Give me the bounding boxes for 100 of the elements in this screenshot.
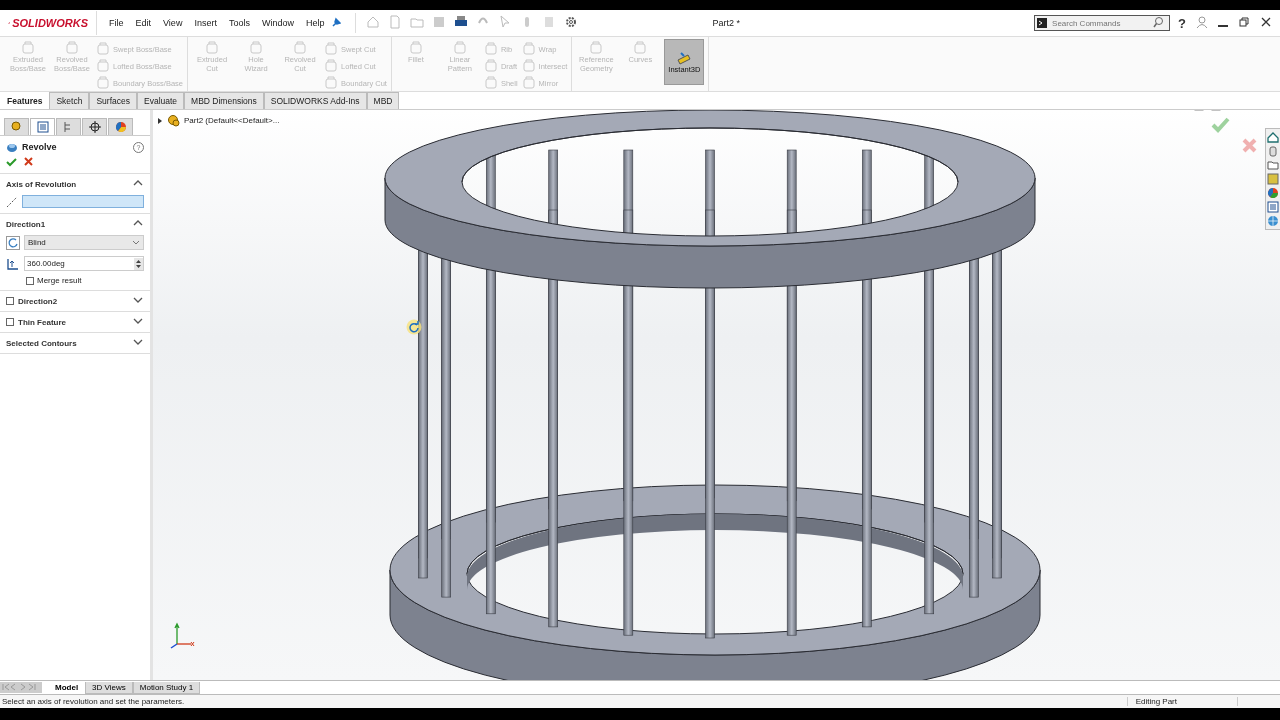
- feature-icon: [249, 41, 264, 55]
- view-tab[interactable]: Motion Study 1: [132, 681, 201, 694]
- color-wheel-icon: [113, 120, 128, 134]
- save-icon: [432, 15, 447, 29]
- angle-icon: [6, 256, 20, 271]
- feature-icon: [293, 41, 308, 55]
- new-document-icon: [388, 15, 403, 29]
- command-tab[interactable]: MBD Dimensions: [184, 92, 264, 109]
- section-title: Axis of Revolution: [6, 179, 78, 189]
- view-tab[interactable]: 3D Views: [85, 681, 133, 694]
- checkbox[interactable]: [6, 318, 14, 326]
- image-grid-icon[interactable]: [1267, 173, 1279, 185]
- minimize-icon: [1218, 25, 1228, 27]
- search-input[interactable]: Search Commands: [1050, 17, 1151, 29]
- command-tab[interactable]: Surfaces: [89, 92, 137, 109]
- globe-icon[interactable]: [1267, 215, 1279, 227]
- status-mode: Editing Part: [1126, 697, 1238, 706]
- feature-icon: [96, 76, 110, 90]
- menu-item[interactable]: Tools: [222, 18, 256, 28]
- end-condition-dropdown[interactable]: Blind: [24, 235, 144, 250]
- feature-icon: [452, 41, 467, 55]
- command-tab[interactable]: Sketch: [49, 92, 90, 109]
- chevron-icon[interactable]: [132, 296, 144, 304]
- status-message: Select an axis of revolution and set the parameters.: [2, 697, 186, 706]
- feature-tree-item[interactable]: Part2 (Default<<Default>...: [184, 116, 280, 125]
- user-icon: [1196, 16, 1208, 28]
- chevron-icon[interactable]: [132, 179, 144, 187]
- crosshair-icon: [87, 120, 102, 134]
- panel-tab[interactable]: [108, 118, 133, 135]
- search-field[interactable]: Search Commands: [1034, 15, 1171, 31]
- chevron-icon[interactable]: [132, 317, 144, 325]
- close-icon: [1260, 16, 1272, 28]
- feature-icon: [324, 76, 339, 90]
- reverse-direction-icon[interactable]: [6, 235, 20, 250]
- command-prompt-icon: [1037, 18, 1048, 28]
- feature-icon: [408, 41, 423, 55]
- spinner-icon[interactable]: [134, 257, 143, 270]
- checkbox[interactable]: [6, 297, 14, 305]
- feature-icon: [205, 41, 220, 55]
- app-logo-text: SOLIDWORKS: [12, 17, 88, 29]
- help-button[interactable]: ?: [1178, 15, 1186, 31]
- list-icon: [35, 120, 50, 134]
- chevron-icon[interactable]: [132, 219, 144, 227]
- ruler-icon: [677, 50, 692, 65]
- feature-icon: [96, 42, 110, 56]
- section-title: Thin Feature: [18, 317, 67, 327]
- axis-selection-field[interactable]: [22, 195, 144, 208]
- feature-icon: [589, 41, 604, 55]
- cylinder-library-icon[interactable]: [1267, 145, 1279, 157]
- list-icon[interactable]: [1267, 201, 1279, 213]
- revolve-icon: [6, 141, 18, 153]
- document-title: Part2 *: [711, 18, 741, 28]
- angle-field[interactable]: 360.00deg: [24, 256, 144, 271]
- coordinate-triad-icon: [169, 622, 196, 650]
- feature-icon: [521, 76, 536, 90]
- checkmark-icon[interactable]: [6, 157, 17, 167]
- feature-icon: [324, 59, 339, 73]
- open-folder-icon: [410, 15, 425, 29]
- feature-icon: [96, 59, 110, 73]
- confirm-check-icon[interactable]: [1211, 116, 1230, 133]
- feature-icon: [483, 59, 498, 73]
- section-title: Selected Contours: [6, 338, 78, 348]
- chevron-icon[interactable]: [132, 338, 144, 346]
- print-icon: [454, 15, 469, 29]
- cage-model-drawing[interactable]: [384, 110, 1041, 680]
- panel-tab[interactable]: [82, 118, 107, 135]
- search-icon: [1153, 16, 1165, 28]
- rotate-cursor-icon: [406, 319, 422, 335]
- axis-line-icon: [6, 195, 18, 208]
- panel-title: Revolve: [22, 142, 58, 152]
- restore-icon: [1238, 16, 1250, 28]
- dropdown-caret-icon: [132, 239, 140, 246]
- color-ball-icon[interactable]: [1267, 187, 1279, 199]
- part-icon: [167, 114, 180, 127]
- feature-icon: [521, 59, 536, 73]
- menu-item[interactable]: Edit: [129, 18, 158, 28]
- menu-item[interactable]: Window: [255, 18, 300, 28]
- pin-icon: [330, 16, 342, 28]
- feature-icon: [324, 42, 339, 56]
- cancel-icon[interactable]: [23, 157, 34, 167]
- expand-arrow-icon[interactable]: [157, 116, 163, 125]
- command-tab[interactable]: MBD: [366, 92, 400, 109]
- feature-icon: [65, 41, 79, 55]
- merge-result-checkbox[interactable]: Merge result: [26, 276, 82, 285]
- feature-icon: [483, 42, 498, 56]
- menu-item[interactable]: File: [103, 18, 130, 28]
- feature-icon: [521, 42, 536, 56]
- menu-item[interactable]: View: [157, 18, 189, 28]
- home-icon[interactable]: [1267, 131, 1279, 143]
- command-tab[interactable]: Evaluate: [137, 92, 185, 109]
- home-icon: [366, 15, 381, 29]
- part-icon: [9, 120, 24, 134]
- command-tab[interactable]: SOLIDWORKS Add-Ins: [263, 92, 367, 109]
- menu-item[interactable]: Help: [299, 18, 331, 28]
- menu-item[interactable]: Insert: [188, 18, 223, 28]
- feature-icon: [633, 41, 648, 55]
- section-title: Direction1: [6, 219, 47, 229]
- feature-icon: [483, 76, 498, 90]
- settings-icon: [564, 15, 579, 29]
- folder-icon[interactable]: [1267, 159, 1279, 171]
